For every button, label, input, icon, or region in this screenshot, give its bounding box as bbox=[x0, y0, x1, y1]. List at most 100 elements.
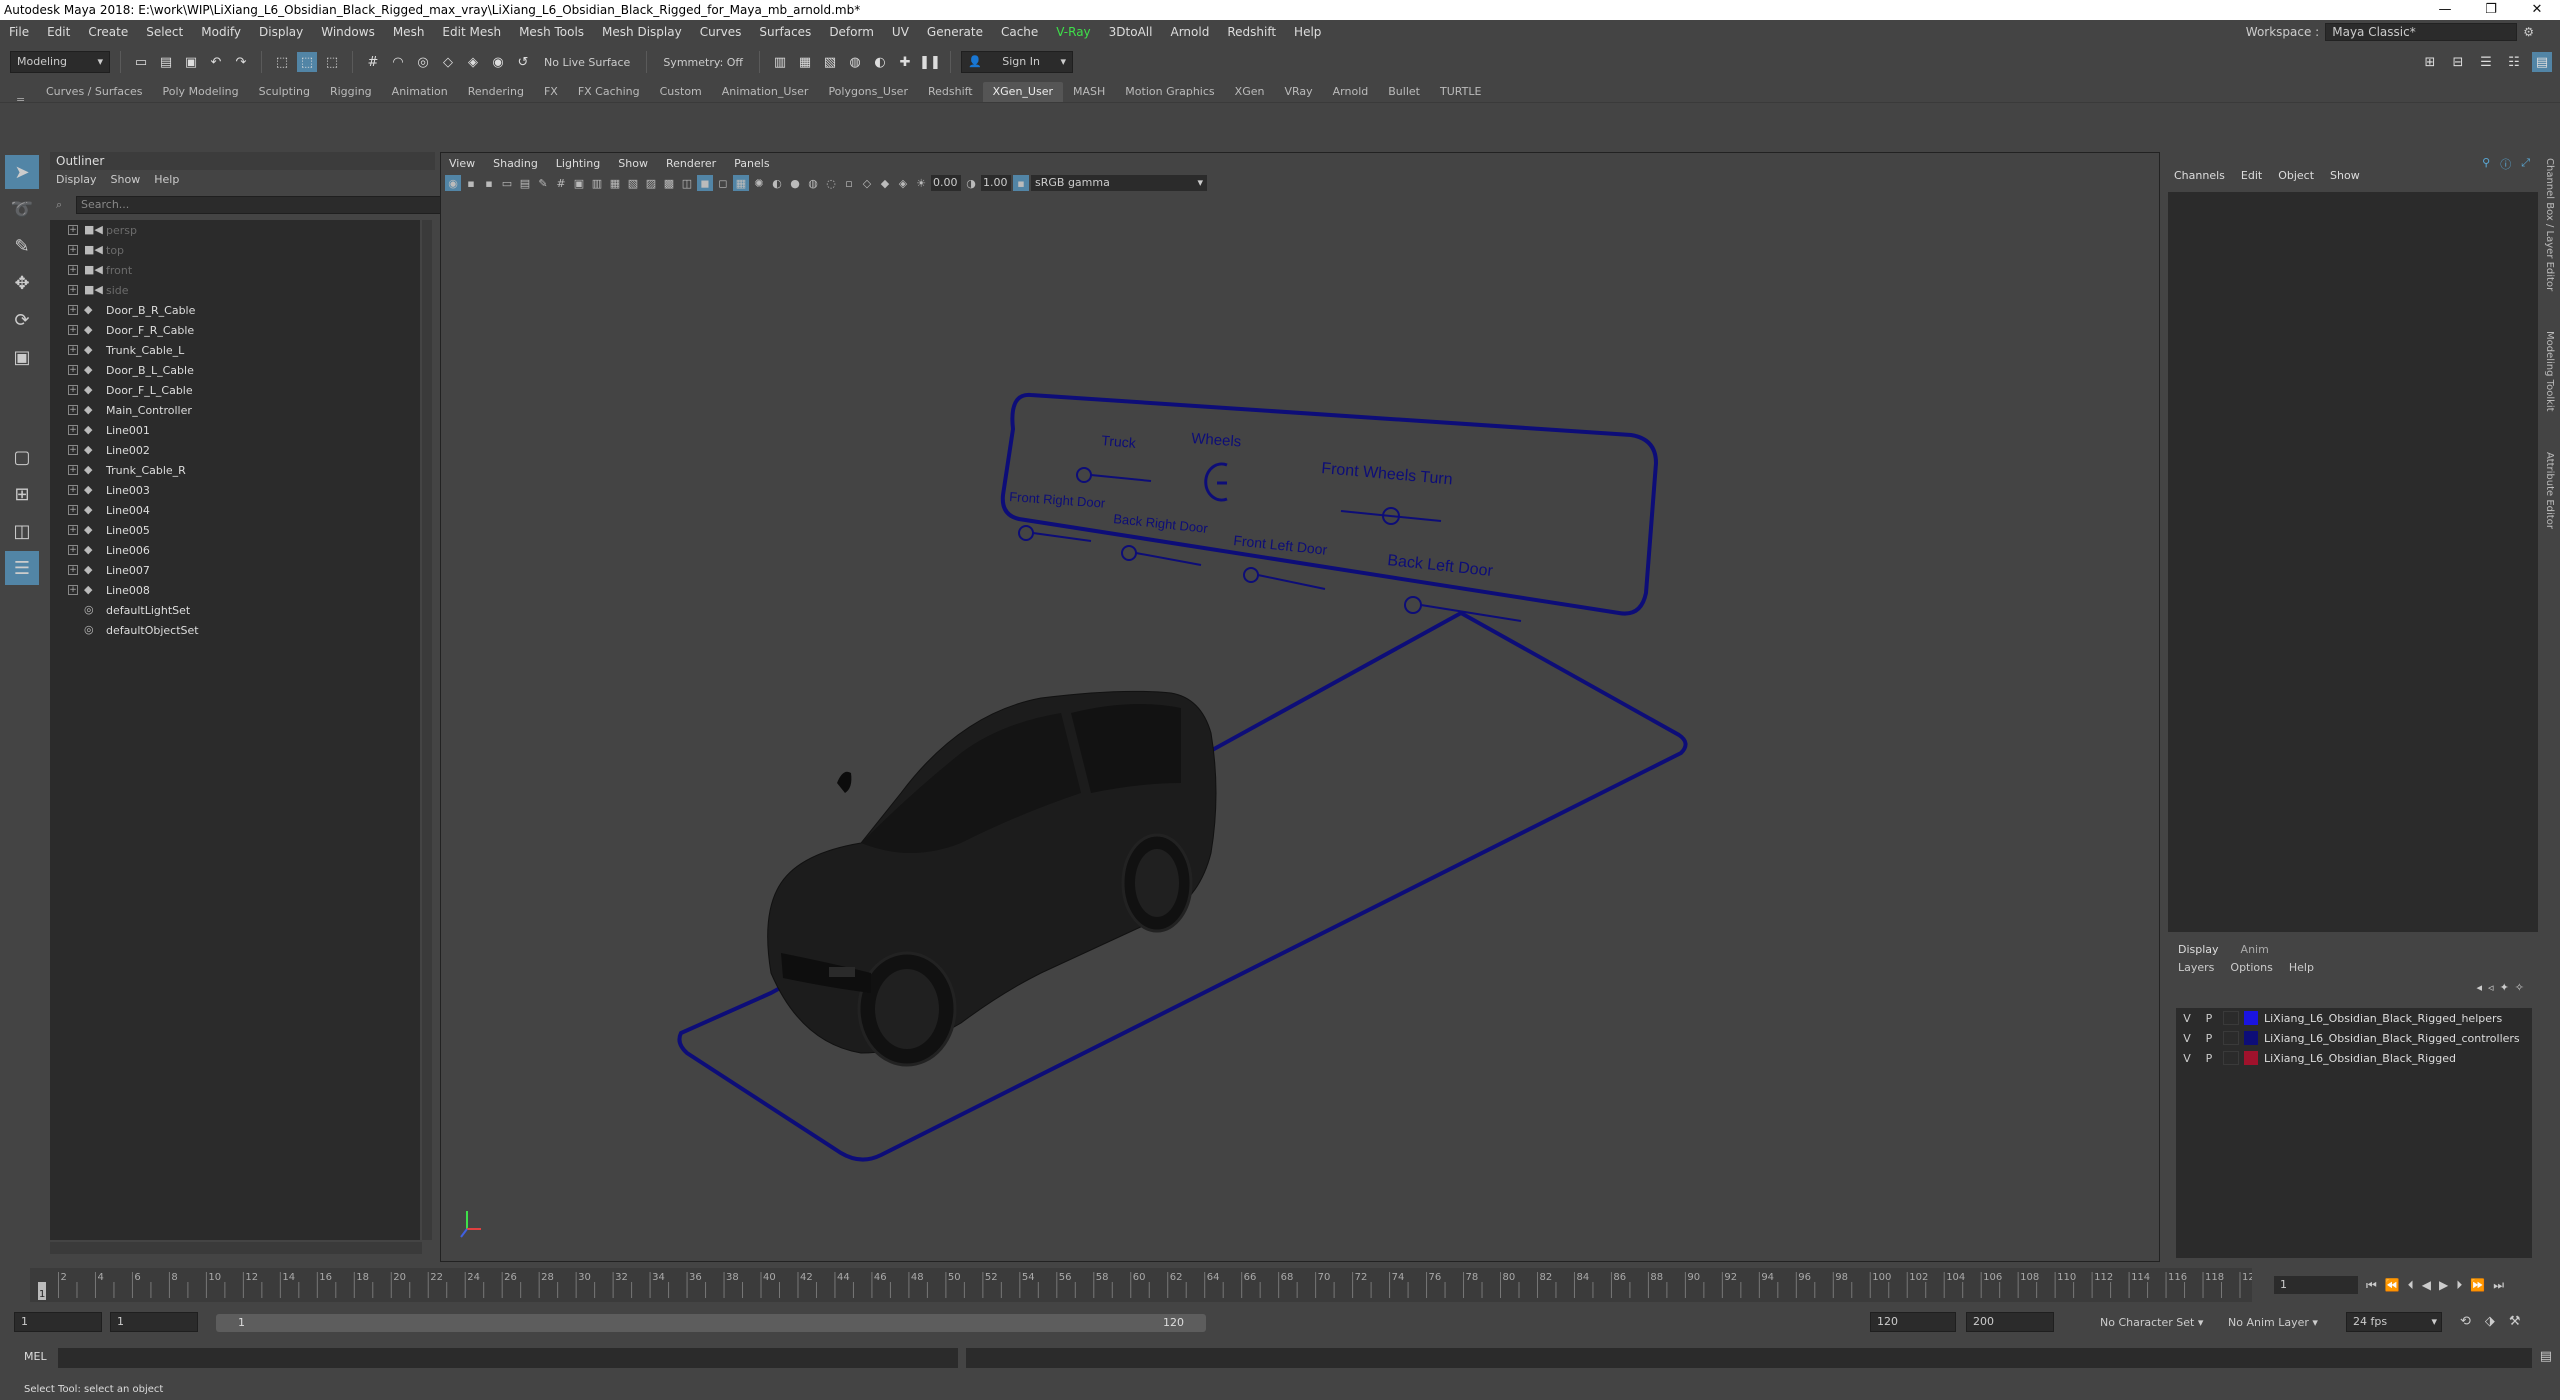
save-scene-icon[interactable]: ▣ bbox=[181, 52, 201, 72]
workspace-lock-icon[interactable]: ⚙ bbox=[2523, 25, 2534, 39]
modeling-toolkit-icon[interactable]: ⊞ bbox=[2420, 52, 2440, 72]
expand-icon[interactable]: + bbox=[68, 585, 78, 595]
fps-dropdown[interactable]: 24 fps ▾ bbox=[2346, 1312, 2442, 1332]
outliner-layout-icon[interactable]: ☰ bbox=[5, 551, 39, 585]
live-surface-label[interactable]: No Live Surface bbox=[538, 56, 636, 69]
playback-range-bar[interactable]: 1 120 bbox=[216, 1314, 1206, 1332]
auto-key-icon[interactable]: ⬗ bbox=[2485, 1314, 2495, 1329]
layer-visibility-toggle[interactable]: V bbox=[2176, 1012, 2198, 1025]
outliner-vertical-scrollbar[interactable] bbox=[422, 220, 432, 1240]
symmetry-label[interactable]: Symmetry: Off bbox=[657, 56, 749, 69]
layer-playback-toggle[interactable]: P bbox=[2198, 1032, 2220, 1045]
expand-icon[interactable]: + bbox=[68, 525, 78, 535]
shelf-tab-bullet[interactable]: Bullet bbox=[1378, 82, 1430, 102]
outliner-menu-display[interactable]: Display bbox=[56, 173, 97, 186]
layer-menu-layers[interactable]: Layers bbox=[2178, 961, 2214, 974]
outliner-item[interactable]: + ■◀ persp bbox=[50, 220, 420, 240]
new-scene-icon[interactable]: ▭ bbox=[131, 52, 151, 72]
expand-icon[interactable]: + bbox=[68, 365, 78, 375]
gamma-icon[interactable]: ◑ bbox=[963, 175, 979, 191]
layer-display-type-toggle[interactable] bbox=[2223, 1031, 2239, 1045]
expand-icon[interactable]: + bbox=[68, 465, 78, 475]
sign-in-dropdown[interactable]: 👤 Sign In ▾ bbox=[961, 51, 1074, 73]
outliner-horizontal-scrollbar[interactable] bbox=[50, 1242, 422, 1254]
time-slider-track[interactable]: 2 4 6 8 10 12 14 16 18 20 22 24 26 28 30 32 34 36 38 40 42 44… bbox=[30, 1268, 2261, 1302]
outliner-toggle-icon[interactable]: ☷ bbox=[2504, 52, 2524, 72]
outliner-item[interactable]: + ◆ Line008 bbox=[50, 580, 420, 600]
motion-blur-icon[interactable]: ◍ bbox=[805, 175, 821, 191]
menu-vray[interactable]: V-Ray bbox=[1047, 20, 1099, 44]
select-object-icon[interactable]: ⬚ bbox=[297, 52, 317, 72]
outliner-item[interactable]: + ■◀ front bbox=[50, 260, 420, 280]
shelf-tab-rendering[interactable]: Rendering bbox=[458, 82, 534, 102]
color-space-dropdown[interactable]: sRGB gamma ▾ bbox=[1031, 175, 1207, 191]
channel-box-menu-channels[interactable]: Channels bbox=[2174, 169, 2225, 182]
side-tab-channel-box-layer-editor[interactable]: Channel Box / Layer Editor bbox=[2544, 158, 2555, 291]
open-scene-icon[interactable]: ▤ bbox=[156, 52, 176, 72]
outliner-item[interactable]: ◎ defaultObjectSet bbox=[50, 620, 420, 640]
expand-icon[interactable]: + bbox=[68, 345, 78, 355]
menu-modify[interactable]: Modify bbox=[192, 20, 250, 44]
menu-file[interactable]: File bbox=[0, 20, 38, 44]
select-hierarchy-icon[interactable]: ⬚ bbox=[272, 52, 292, 72]
shelf-tab-fx[interactable]: FX bbox=[534, 82, 568, 102]
close-button[interactable]: ✕ bbox=[2514, 0, 2560, 20]
layer-row[interactable]: V P LiXiang_L6_Obsidian_Black_Rigged bbox=[2176, 1048, 2532, 1068]
hypershade-icon[interactable]: ◐ bbox=[870, 52, 890, 72]
minimize-button[interactable]: — bbox=[2422, 0, 2468, 20]
playback-end-field[interactable]: 120 bbox=[1870, 1312, 1956, 1332]
menu-mesh[interactable]: Mesh bbox=[384, 20, 434, 44]
xray-joints-icon[interactable]: ◆ bbox=[877, 175, 893, 191]
render-setup-icon[interactable]: ✚ bbox=[895, 52, 915, 72]
snap-view-icon[interactable]: ◇ bbox=[438, 52, 458, 72]
four-view-layout-icon[interactable]: ⊞ bbox=[5, 477, 39, 511]
expand-icon[interactable]: + bbox=[68, 285, 78, 295]
bookmark-icon[interactable]: ▪ bbox=[481, 175, 497, 191]
move-layer-up-icon[interactable]: ◂ bbox=[2477, 981, 2483, 994]
script-language-label[interactable]: MEL bbox=[24, 1350, 47, 1363]
expand-icon[interactable]: ⤢ bbox=[2521, 156, 2530, 172]
menu-uv[interactable]: UV bbox=[883, 20, 918, 44]
exposure-field[interactable]: 0.00 bbox=[931, 175, 961, 191]
wireframe-icon[interactable]: ◫ bbox=[679, 175, 695, 191]
character-set-dropdown[interactable]: No Character Set ▾ bbox=[2100, 1316, 2203, 1329]
outliner-list[interactable]: + ■◀ persp + ■◀ top + ■◀ front + ■◀ side + ◆ Door_B_R_… bbox=[50, 220, 420, 1240]
render-settings-icon[interactable]: ◍ bbox=[845, 52, 865, 72]
film-gate-icon[interactable]: ▣ bbox=[571, 175, 587, 191]
channel-box-menu-show[interactable]: Show bbox=[2330, 169, 2360, 182]
default-material-icon[interactable]: ◻ bbox=[715, 175, 731, 191]
viewport-menu-renderer[interactable]: Renderer bbox=[666, 157, 716, 170]
outliner-item[interactable]: + ◆ Line004 bbox=[50, 500, 420, 520]
command-input[interactable] bbox=[58, 1348, 958, 1368]
outliner-item[interactable]: + ◆ Door_B_L_Cable bbox=[50, 360, 420, 380]
shelf-tab-motion-graphics[interactable]: Motion Graphics bbox=[1115, 82, 1224, 102]
menu-mesh-tools[interactable]: Mesh Tools bbox=[510, 20, 593, 44]
menu-arnold[interactable]: Arnold bbox=[1161, 20, 1218, 44]
menu-edit-mesh[interactable]: Edit Mesh bbox=[433, 20, 510, 44]
grease-pencil-icon[interactable]: ✎ bbox=[535, 175, 551, 191]
new-layer-selected-icon[interactable]: ✦ bbox=[2500, 981, 2509, 994]
layer-display-type-toggle[interactable] bbox=[2223, 1011, 2239, 1025]
expand-icon[interactable]: + bbox=[68, 445, 78, 455]
xray-components-icon[interactable]: ◈ bbox=[895, 175, 911, 191]
layer-playback-toggle[interactable]: P bbox=[2198, 1012, 2220, 1025]
select-component-icon[interactable]: ⬚ bbox=[322, 52, 342, 72]
isolate-select-icon[interactable]: ▫ bbox=[841, 175, 857, 191]
play-forward-icon[interactable]: ▶ bbox=[2439, 1278, 2448, 1292]
expand-icon[interactable]: + bbox=[68, 265, 78, 275]
outliner-item[interactable]: + ◆ Main_Controller bbox=[50, 400, 420, 420]
lasso-tool-icon[interactable]: ➰ bbox=[5, 192, 39, 226]
outliner-item[interactable]: + ◆ Door_F_R_Cable bbox=[50, 320, 420, 340]
menu-deform[interactable]: Deform bbox=[820, 20, 883, 44]
outliner-item[interactable]: + ◆ Door_B_R_Cable bbox=[50, 300, 420, 320]
expand-icon[interactable]: + bbox=[68, 425, 78, 435]
layer-menu-help[interactable]: Help bbox=[2289, 961, 2314, 974]
layer-row[interactable]: V P LiXiang_L6_Obsidian_Black_Rigged_contr… bbox=[2176, 1028, 2532, 1048]
side-tab-attribute-editor[interactable]: Attribute Editor bbox=[2544, 452, 2555, 529]
menu-mesh-display[interactable]: Mesh Display bbox=[593, 20, 691, 44]
expand-icon[interactable]: + bbox=[68, 545, 78, 555]
view-2d-pan-icon[interactable]: ▤ bbox=[517, 175, 533, 191]
shelf-tab-turtle[interactable]: TURTLE bbox=[1430, 82, 1491, 102]
layer-visibility-toggle[interactable]: V bbox=[2176, 1032, 2198, 1045]
ipr-render-icon[interactable]: ▧ bbox=[820, 52, 840, 72]
